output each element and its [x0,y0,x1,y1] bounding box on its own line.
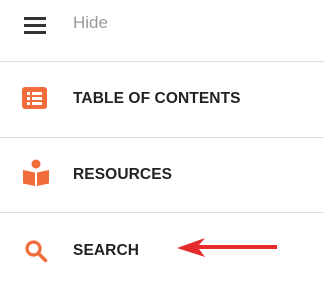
search-icon [25,240,48,263]
list-icon [22,87,47,109]
sidebar-panel: Hide TABLE OF CONTENTS RESOURCES SEARCH [0,0,324,283]
hide-toggle-label: Hide [73,13,108,32]
book-reader-icon [23,159,49,186]
nav-item-resources[interactable]: RESOURCES [0,146,324,206]
hide-toggle-button[interactable]: Hide [0,0,324,48]
divider [0,212,324,213]
nav-item-label: TABLE OF CONTENTS [73,90,241,107]
hamburger-menu-icon [24,17,46,34]
nav-item-table-of-contents[interactable]: TABLE OF CONTENTS [0,70,324,130]
divider [0,137,324,138]
nav-item-label: SEARCH [73,242,140,259]
red-arrow-icon [177,238,277,257]
nav-item-label: RESOURCES [73,166,173,183]
divider [0,61,324,62]
